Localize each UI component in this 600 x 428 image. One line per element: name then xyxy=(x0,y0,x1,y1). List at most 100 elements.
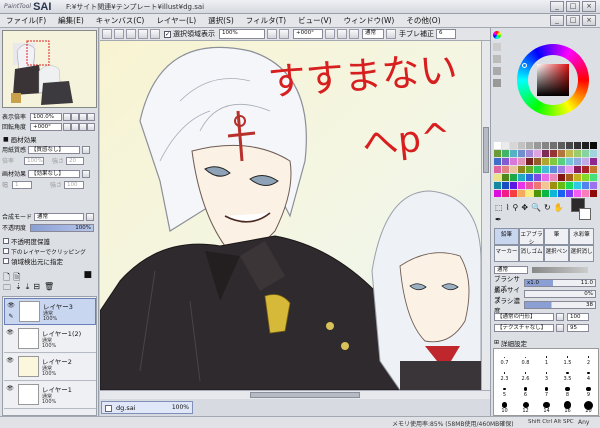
zoom-fit-button[interactable] xyxy=(79,112,87,121)
visibility-eye-icon[interactable]: 👁 xyxy=(6,329,14,336)
clear-layer-icon[interactable]: ⊟ xyxy=(33,282,40,296)
brush-size-preset[interactable]: 1.5 xyxy=(557,349,578,366)
canvas-vertical-scrollbar[interactable] xyxy=(481,41,490,390)
brush-size-preset[interactable]: 20 xyxy=(578,397,599,414)
mixer-mode-icon[interactable] xyxy=(493,67,501,75)
swatch[interactable] xyxy=(590,142,597,149)
min-size-slider[interactable]: 0% xyxy=(524,289,596,298)
swatch[interactable] xyxy=(582,174,589,181)
swatch[interactable] xyxy=(550,142,557,149)
effect-dropdown-icon[interactable] xyxy=(82,169,90,178)
brush-size-preset[interactable]: 0.7 xyxy=(494,349,515,366)
zoom-tool-icon[interactable]: 🔍 xyxy=(531,203,541,212)
menu-edit[interactable]: 編集(E) xyxy=(52,15,90,26)
zoom-out-button[interactable] xyxy=(63,112,71,121)
swatch[interactable] xyxy=(518,166,525,173)
stabilizer-select[interactable]: 6 xyxy=(436,29,456,39)
brush-size-preset[interactable]: 2.6 xyxy=(515,365,536,382)
swatch[interactable] xyxy=(558,158,565,165)
tool-eraser[interactable]: 消しゴム xyxy=(519,245,544,262)
check-region-source[interactable]: 領域検出元に指定 xyxy=(3,257,63,266)
swatch[interactable] xyxy=(534,182,541,189)
swatch[interactable] xyxy=(574,190,581,197)
layer-row[interactable]: 👁 レイヤー2 通常 100% xyxy=(4,354,96,381)
menu-file[interactable]: ファイル(F) xyxy=(0,15,52,26)
drawing-canvas[interactable]: すすまない へp^ xyxy=(100,41,481,390)
zoom-plus-button[interactable] xyxy=(279,29,289,39)
swatch[interactable] xyxy=(542,142,549,149)
canvas-horizontal-scrollbar[interactable] xyxy=(100,390,490,399)
swatch[interactable] xyxy=(566,142,573,149)
brush-size-preset[interactable]: 3 xyxy=(536,365,557,382)
swatch[interactable] xyxy=(590,174,597,181)
brush-size-preset[interactable]: 10 xyxy=(494,397,515,414)
brush-size-preset[interactable]: 9 xyxy=(578,381,599,398)
hand-icon[interactable]: ✋ xyxy=(554,203,564,212)
swatch[interactable] xyxy=(526,174,533,181)
swatch[interactable] xyxy=(590,158,597,165)
zoom-reset-button[interactable] xyxy=(87,112,95,121)
close-button[interactable]: × xyxy=(582,1,596,12)
rotate-tool-icon[interactable]: ↻ xyxy=(544,203,551,212)
doc-close-button[interactable]: × xyxy=(582,15,596,26)
swatch[interactable] xyxy=(542,190,549,197)
secondary-color-swatch[interactable] xyxy=(579,208,591,220)
texture-scale-value[interactable]: 100% xyxy=(24,156,44,165)
swatch[interactable] xyxy=(526,150,533,157)
rotate-ccw-button[interactable] xyxy=(325,29,335,39)
tool-select-pen[interactable]: 選択ペン xyxy=(544,245,569,262)
menu-filter[interactable]: フィルタ(T) xyxy=(240,15,292,26)
brush-size-preset[interactable]: 16 xyxy=(557,397,578,414)
layer-mask-icon[interactable]: ■ xyxy=(84,270,93,286)
angle-select[interactable]: +000° xyxy=(293,29,323,39)
swatch-mode-icon[interactable] xyxy=(493,79,501,87)
toggle-button[interactable] xyxy=(150,29,160,39)
swatch[interactable] xyxy=(574,182,581,189)
swatch[interactable] xyxy=(510,182,517,189)
blend-select[interactable]: 通常 xyxy=(34,212,84,221)
swatch[interactable] xyxy=(582,182,589,189)
swatch[interactable] xyxy=(502,190,509,197)
selection-checkbox[interactable]: ✓ xyxy=(164,30,171,38)
paper-section-header[interactable]: ■ 画材効果 xyxy=(0,135,99,145)
swatch[interactable] xyxy=(510,174,517,181)
swatch[interactable] xyxy=(574,150,581,157)
menu-select[interactable]: 選択(S) xyxy=(202,15,240,26)
swatch[interactable] xyxy=(550,182,557,189)
magic-wand-icon[interactable]: ⚲ xyxy=(512,203,518,212)
swatch[interactable] xyxy=(502,158,509,165)
rotate-value[interactable]: +000° xyxy=(30,122,62,131)
swatch[interactable] xyxy=(518,190,525,197)
swatch[interactable] xyxy=(510,158,517,165)
rotate-reset-button[interactable] xyxy=(79,122,87,131)
tool-marker[interactable]: マーカー xyxy=(494,245,519,262)
swatch[interactable] xyxy=(550,166,557,173)
swatch[interactable] xyxy=(574,174,581,181)
tool-select-eraser[interactable]: 選択消し xyxy=(569,245,594,262)
swatch[interactable] xyxy=(534,166,541,173)
swatch[interactable] xyxy=(542,158,549,165)
brush-shape-select[interactable]: 【通常の円形】 xyxy=(494,312,554,321)
brush-texture-strength[interactable]: 95 xyxy=(567,323,589,332)
tool-watercolor[interactable]: 水彩筆 xyxy=(569,228,594,245)
zoom-value[interactable]: 100.0% xyxy=(30,112,62,121)
visibility-eye-icon[interactable]: 👁 xyxy=(6,357,14,364)
undo-button[interactable] xyxy=(102,29,112,39)
brush-texture-dropdown-icon[interactable] xyxy=(556,323,564,332)
rect-select-icon[interactable]: ⬚ xyxy=(495,203,503,212)
effect-width-value[interactable]: 1 xyxy=(12,180,32,189)
brush-size-preset[interactable]: 6 xyxy=(515,381,536,398)
eyedropper-icon[interactable]: ✒ xyxy=(495,215,502,224)
mode-button[interactable] xyxy=(386,29,396,39)
brush-size-preset[interactable]: 1 xyxy=(536,349,557,366)
rotate-left-button[interactable] xyxy=(63,122,71,131)
swatch[interactable] xyxy=(494,174,501,181)
flip-button[interactable] xyxy=(87,122,95,131)
hue-ring[interactable] xyxy=(517,44,589,116)
brush-size-preset[interactable]: 7 xyxy=(536,381,557,398)
swatch[interactable] xyxy=(526,190,533,197)
swatch[interactable] xyxy=(590,190,597,197)
swatch[interactable] xyxy=(534,190,541,197)
swatch[interactable] xyxy=(582,142,589,149)
swatch[interactable] xyxy=(558,174,565,181)
